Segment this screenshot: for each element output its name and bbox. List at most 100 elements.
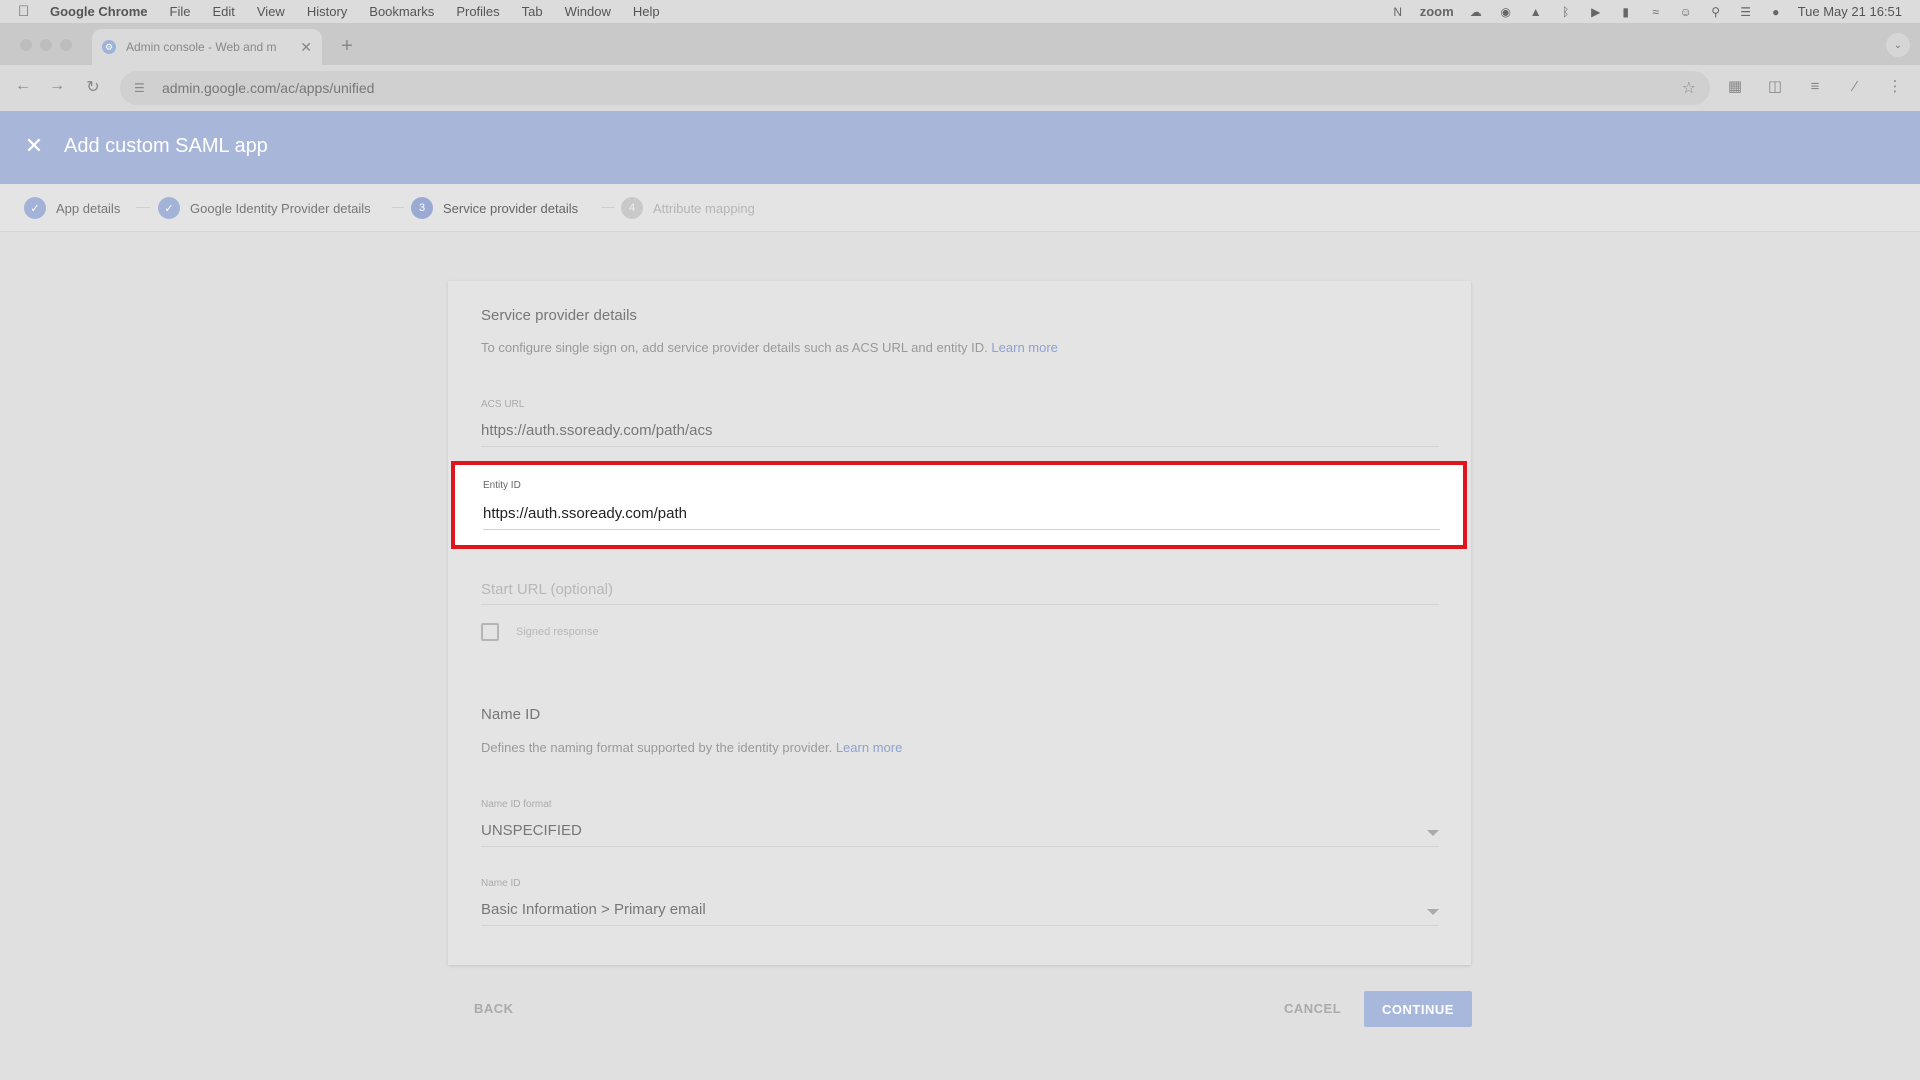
name-id-label: Name ID: [481, 878, 521, 889]
card-heading: Service provider details: [481, 307, 637, 324]
menu-help[interactable]: Help: [633, 4, 660, 19]
bookmark-star-icon[interactable]: ☆: [1682, 78, 1696, 98]
cloud-icon[interactable]: ☁: [1468, 5, 1484, 19]
setup-stepper: ✓ App details ✓ Google Identity Provider…: [0, 184, 1920, 232]
browser-tabstrip: ⚙ Admin console - Web and m ✕ + ⌄: [0, 23, 1920, 65]
name-id-underline: [481, 925, 1439, 926]
menu-profiles[interactable]: Profiles: [456, 4, 499, 19]
back-button[interactable]: BACK: [474, 1001, 514, 1016]
profile-extension-icon[interactable]: ⁄: [1846, 78, 1864, 95]
site-info-icon[interactable]: ☰: [134, 81, 152, 95]
control-center-icon[interactable]: ☰: [1738, 5, 1754, 19]
name-id-format-select[interactable]: UNSPECIFIED: [481, 822, 582, 839]
entity-id-field-highlight: Entity ID https://auth.ssoready.com/path: [451, 461, 1467, 549]
dropdown-arrow-icon[interactable]: [1427, 830, 1439, 836]
drive-icon[interactable]: ▲: [1528, 5, 1544, 19]
step-label: Google Identity Provider details: [190, 200, 371, 216]
maximize-window-button[interactable]: [60, 39, 72, 51]
new-tab-icon[interactable]: +: [335, 35, 359, 58]
notion-icon[interactable]: N: [1390, 5, 1406, 19]
acs-url-underline: [481, 446, 1439, 447]
entity-id-underline: [483, 529, 1440, 530]
browser-tab-admin-console[interactable]: ⚙ Admin console - Web and m ✕: [92, 29, 322, 65]
check-icon: ✓: [158, 197, 180, 219]
address-url[interactable]: admin.google.com/ac/apps/unified: [162, 80, 1682, 96]
menu-window[interactable]: Window: [565, 4, 611, 19]
menu-history[interactable]: History: [307, 4, 347, 19]
name-id-heading: Name ID: [481, 706, 541, 723]
window-controls: [20, 39, 72, 51]
app-header: ✕ Add custom SAML app: [0, 111, 1920, 184]
status-tray: N zoom ☁ ◉ ▲ ᛒ ▶ ▮ ≈ ☺ ⚲ ☰ ● Tue May 21 …: [1390, 4, 1902, 19]
extension-icon[interactable]: ▦: [1726, 77, 1744, 95]
step-label: Attribute mapping: [653, 200, 755, 216]
continue-button[interactable]: CONTINUE: [1364, 991, 1472, 1027]
reading-list-icon[interactable]: ≡: [1806, 78, 1824, 95]
name-id-format-label: Name ID format: [481, 799, 552, 810]
play-icon[interactable]: ▶: [1588, 5, 1604, 19]
acs-url-input[interactable]: https://auth.ssoready.com/path/acs: [481, 422, 713, 439]
apple-icon[interactable]: : [18, 3, 36, 20]
menu-edit[interactable]: Edit: [212, 4, 234, 19]
step-attribute-mapping: 4 Attribute mapping: [621, 197, 755, 219]
clock-datetime[interactable]: Tue May 21 16:51: [1798, 4, 1902, 19]
name-id-learn-more-link[interactable]: Learn more: [836, 740, 902, 755]
step-google-idp-details[interactable]: ✓ Google Identity Provider details: [158, 197, 371, 219]
entity-id-label: Entity ID: [483, 480, 521, 491]
step-number: 4: [621, 197, 643, 219]
address-bar[interactable]: ☰ admin.google.com/ac/apps/unified ☆: [120, 71, 1710, 105]
start-url-underline: [481, 604, 1439, 605]
siri-icon[interactable]: ●: [1768, 5, 1784, 19]
card-description-text: To configure single sign on, add service…: [481, 340, 988, 355]
search-icon[interactable]: ⚲: [1708, 5, 1724, 19]
user-icon[interactable]: ☺: [1678, 5, 1694, 19]
wifi-icon[interactable]: ≈: [1648, 5, 1664, 19]
browser-toolbar: ← → ↻ ☰ admin.google.com/ac/apps/unified…: [0, 65, 1920, 111]
toolbar-extensions: ▦ ◫ ≡ ⁄ ⋮: [1726, 77, 1904, 96]
close-window-button[interactable]: [20, 39, 32, 51]
zoom-tray-label[interactable]: zoom: [1420, 4, 1454, 19]
menu-tab[interactable]: Tab: [522, 4, 543, 19]
battery-icon[interactable]: ▮: [1618, 5, 1634, 19]
name-id-format-underline: [481, 846, 1439, 847]
tab-close-icon[interactable]: ✕: [300, 39, 312, 56]
menu-bookmarks[interactable]: Bookmarks: [369, 4, 434, 19]
name-id-description-text: Defines the naming format supported by t…: [481, 740, 833, 755]
bluetooth-icon[interactable]: ᛒ: [1558, 5, 1574, 19]
entity-id-input[interactable]: https://auth.ssoready.com/path: [483, 505, 687, 522]
signed-response-checkbox[interactable]: [481, 623, 499, 641]
cancel-button[interactable]: CANCEL: [1284, 1001, 1341, 1016]
menu-file[interactable]: File: [170, 4, 191, 19]
minimize-window-button[interactable]: [40, 39, 52, 51]
puzzle-extensions-icon[interactable]: ◫: [1766, 77, 1784, 95]
start-url-input[interactable]: Start URL (optional): [481, 581, 613, 598]
service-provider-card: Service provider details To configure si…: [448, 281, 1471, 965]
menu-app-name[interactable]: Google Chrome: [50, 4, 148, 19]
step-connector: [392, 207, 404, 208]
acs-url-label: ACS URL: [481, 399, 525, 410]
menu-view[interactable]: View: [257, 4, 285, 19]
name-id-description: Defines the naming format supported by t…: [481, 740, 902, 755]
tab-search-chevron-icon[interactable]: ⌄: [1886, 33, 1910, 57]
name-id-select[interactable]: Basic Information > Primary email: [481, 901, 706, 918]
more-menu-icon[interactable]: ⋮: [1886, 77, 1904, 95]
learn-more-link[interactable]: Learn more: [991, 340, 1057, 355]
step-number: 3: [411, 197, 433, 219]
check-icon: ✓: [24, 197, 46, 219]
step-service-provider-details[interactable]: 3 Service provider details: [411, 197, 578, 219]
step-app-details[interactable]: ✓ App details: [24, 197, 120, 219]
dropdown-arrow-icon[interactable]: [1427, 909, 1439, 915]
admin-console-favicon-icon: ⚙: [102, 40, 116, 54]
tab-title: Admin console - Web and m: [126, 40, 277, 54]
back-arrow-icon[interactable]: ←: [12, 77, 34, 95]
macos-menubar:  Google Chrome File Edit View History B…: [0, 0, 1920, 23]
close-icon[interactable]: ✕: [22, 133, 46, 159]
step-label: App details: [56, 200, 121, 216]
forward-arrow-icon[interactable]: →: [46, 77, 68, 95]
reload-icon[interactable]: ↻: [82, 77, 104, 97]
page-title: Add custom SAML app: [64, 135, 268, 157]
record-icon[interactable]: ◉: [1498, 5, 1514, 19]
step-connector: [136, 207, 150, 208]
signed-response-label: Signed response: [516, 626, 599, 638]
step-label: Service provider details: [443, 200, 579, 216]
